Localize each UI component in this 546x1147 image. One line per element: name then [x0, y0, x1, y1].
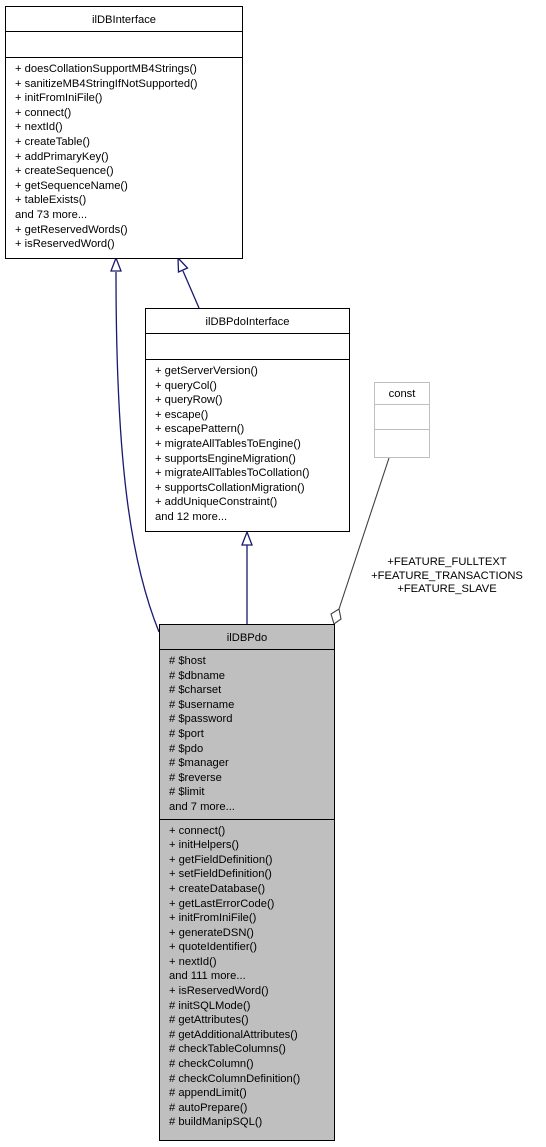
method-row: # appendLimit() — [169, 1087, 247, 1100]
method-row: + initFromIniFile() — [15, 92, 103, 105]
method-row: + doesCollationSupportMB4Strings() — [15, 63, 197, 75]
method-row: + nextId() — [169, 955, 217, 968]
method-row: + supportsEngineMigration() — [155, 452, 296, 465]
relation-label: +FEATURE_SLAVE — [397, 583, 497, 595]
method-row: + getServerVersion() — [155, 365, 258, 377]
attribute-row: # $username — [169, 698, 235, 711]
method-row: + isReservedWord() — [15, 238, 115, 251]
class-ildbinterface[interactable]: ilDBInterface + doesCollationSupportMB4S… — [5, 6, 243, 259]
class-name: ilDBPdo — [226, 632, 268, 644]
relation-label: +FEATURE_FULLTEXT — [387, 556, 507, 568]
method-row: + nextId() — [15, 121, 63, 134]
method-row: + escapePattern() — [155, 423, 245, 436]
method-row: + migrateAllTablesToCollation() — [155, 467, 310, 480]
method-row: and 12 more... — [155, 510, 228, 523]
method-row: + isReservedWord() — [169, 985, 269, 998]
attribute-row: # $manager — [169, 757, 229, 770]
inheritance-arrowhead-icon — [241, 530, 253, 546]
class-name: ilDBPdoInterface — [205, 316, 290, 328]
method-row: + getReservedWords() — [15, 223, 128, 236]
attribute-row: # $reverse — [169, 771, 222, 784]
method-row: and 73 more... — [15, 208, 88, 221]
method-row: # buildManipSQL() — [169, 1116, 263, 1129]
method-row: + getLastErrorCode() — [169, 897, 275, 910]
method-row: + queryCol() — [155, 379, 217, 392]
methods-section: + connect() + initHelpers() + getFieldDefi… — [160, 818, 334, 1133]
attribute-row: # $port — [169, 727, 204, 740]
method-row: + createDatabase() — [169, 882, 266, 895]
relation-label: +FEATURE_TRANSACTIONS — [371, 569, 523, 582]
attribute-row: # $host — [169, 655, 206, 667]
method-row: + initHelpers() — [169, 839, 239, 852]
method-row: + quoteIdentifier() — [169, 941, 257, 954]
method-row: # initSQLMode() — [169, 999, 251, 1012]
method-row: + setFieldDefinition() — [169, 868, 272, 881]
method-row: + createTable() — [15, 135, 90, 148]
class-name: ilDBInterface — [91, 14, 157, 26]
method-row: # getAttributes() — [169, 1014, 249, 1027]
method-row: + connect() — [15, 106, 72, 119]
method-row: + getFieldDefinition() — [169, 853, 273, 866]
method-row: + createSequence() — [15, 165, 114, 178]
method-row: + initFromIniFile() — [169, 912, 257, 925]
attributes-section: # $host # $dbname # $charset # $username # $… — [160, 649, 334, 819]
methods-section — [375, 429, 429, 454]
method-row: # checkColumn() — [169, 1058, 254, 1071]
attributes-section — [375, 404, 429, 429]
aggregation-labels: +FEATURE_FULLTEXT +FEATURE_TRANSACTIONS … — [354, 556, 540, 597]
method-row: + supportsCollationMigration() — [155, 481, 305, 494]
attributes-section — [6, 31, 242, 57]
method-row: + tableExists() — [15, 194, 87, 207]
method-row: + getSequenceName() — [15, 179, 128, 192]
method-row: + migrateAllTablesToEngine() — [155, 437, 301, 450]
attribute-row: and 7 more... — [169, 800, 235, 813]
attribute-row: # $pdo — [169, 742, 204, 755]
method-row: # checkColumnDefinition() — [169, 1072, 301, 1085]
methods-section: + getServerVersion() + queryCol() + queryR… — [146, 359, 349, 528]
aggregation-diamond-icon — [330, 608, 342, 625]
method-row: + escape() — [155, 408, 209, 421]
class-name: const — [388, 388, 416, 400]
method-row: + addUniqueConstraint() — [155, 496, 278, 509]
attribute-row: # $dbname — [169, 669, 225, 682]
attributes-section — [146, 333, 349, 359]
inheritance-arrowhead-icon — [177, 256, 189, 273]
method-row: # getAdditionalAttributes() — [169, 1028, 298, 1041]
attribute-row: # $limit — [169, 786, 205, 799]
edge-ildbpdointerface-to-ildbinterface — [182, 270, 200, 309]
class-ildbpdo[interactable]: ilDBPdo # $host # $dbname # $charset # $use… — [159, 624, 335, 1141]
method-row: + connect() — [169, 824, 226, 837]
method-row: # autoPrepare() — [169, 1101, 248, 1114]
inheritance-arrowhead-icon — [110, 256, 122, 272]
class-const[interactable]: const — [374, 382, 430, 458]
method-row: + queryRow() — [155, 394, 223, 407]
class-ildbpdointerface[interactable]: ilDBPdoInterface + getServerVersion() + q… — [145, 308, 350, 532]
method-row: + generateDSN() — [169, 926, 254, 939]
attribute-row: # $charset — [169, 684, 222, 697]
methods-section: + doesCollationSupportMB4Strings() + sani… — [6, 57, 242, 255]
method-row: # checkTableColumns() — [169, 1043, 286, 1056]
method-row: and 111 more... — [169, 970, 246, 983]
attribute-row: # $password — [169, 713, 233, 726]
method-row: + addPrimaryKey() — [15, 150, 109, 163]
method-row: + sanitizeMB4StringIfNotSupported() — [15, 77, 198, 90]
